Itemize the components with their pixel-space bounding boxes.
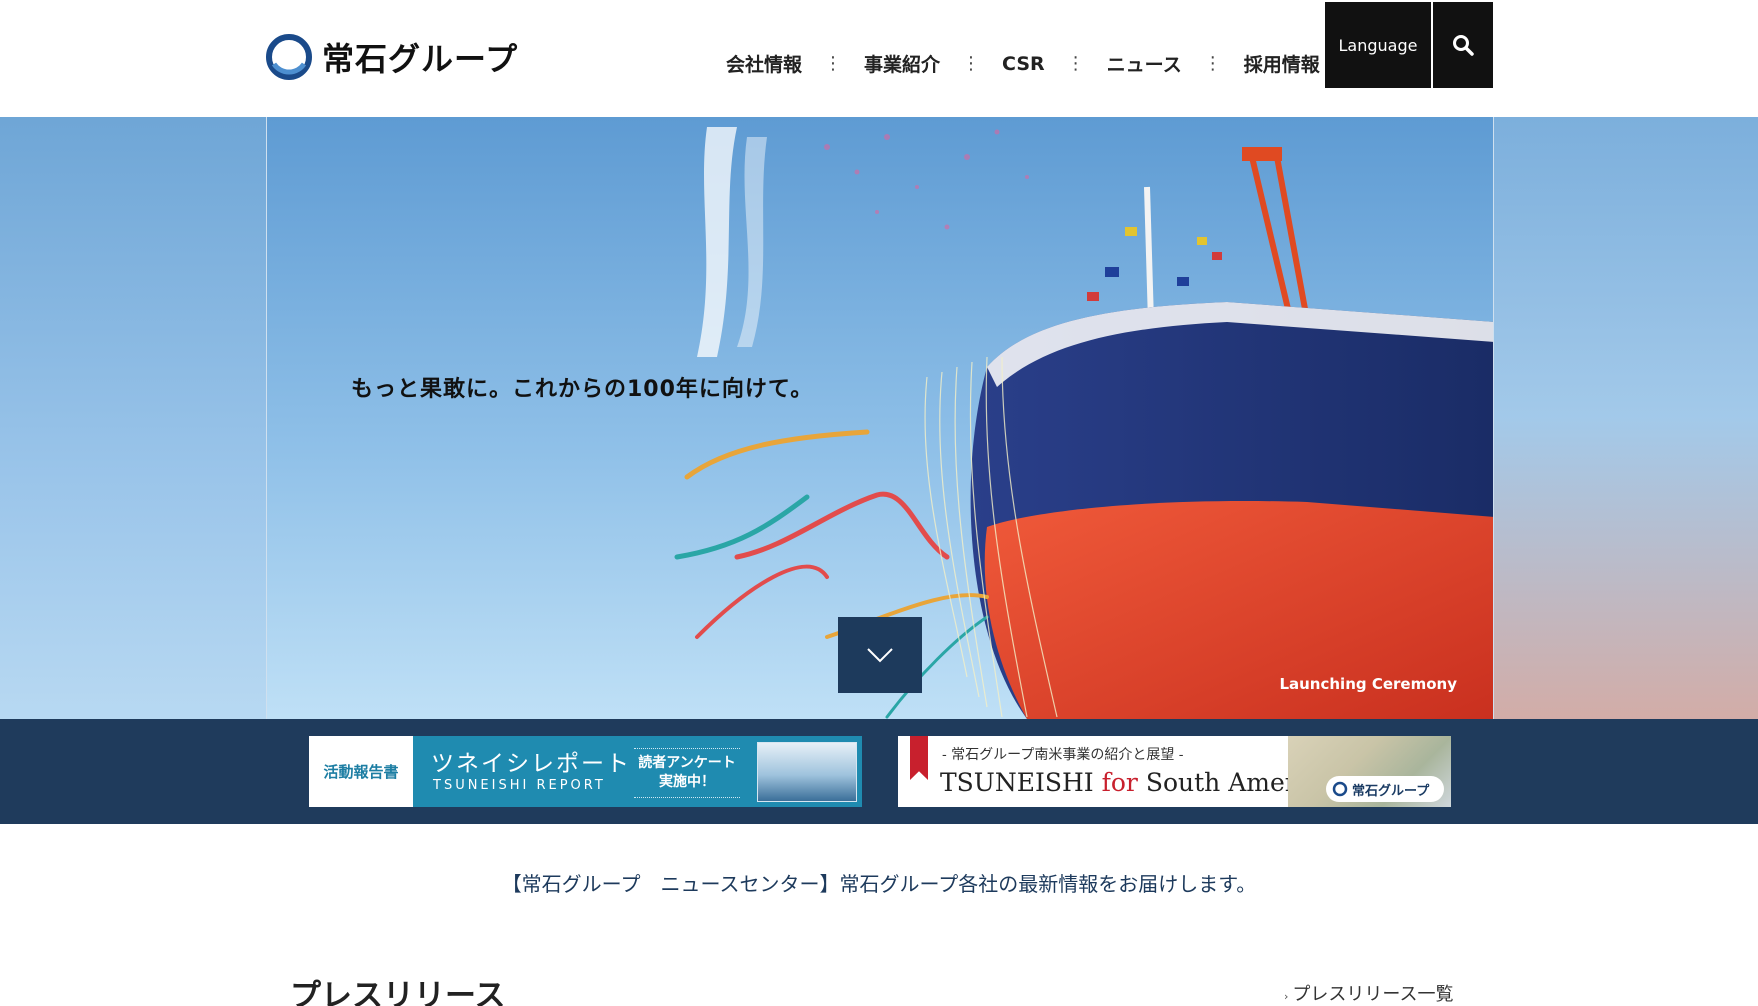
site-header: 常石グループ 会社情報 ⋮ 事業紹介 ⋮ CSR ⋮ ニュース ⋮ 採用情報 L… — [0, 0, 1758, 117]
search-icon — [1453, 35, 1474, 56]
bookmark-ribbon-icon — [910, 736, 928, 780]
south-america-logo-text: 常石グループ — [1352, 783, 1430, 799]
nav-item-company[interactable]: 会社情報 — [726, 50, 802, 77]
report-title: ツネイシレポート — [431, 751, 631, 777]
press-release-heading: プレスリリース — [290, 978, 506, 1006]
nav-separator: ⋮ — [824, 53, 843, 74]
tsuneishi-report-banner[interactable]: 活動報告書 ツネイシレポート TSUNEISHI REPORT 読者アンケート … — [309, 736, 862, 807]
south-america-title: TSUNEISHI for South America — [940, 768, 1334, 797]
news-center-tagline: 【常石グループ ニュースセンター】常石グループ各社の最新情報をお届けします。 — [501, 872, 1257, 896]
south-america-logo: 常石グループ — [1326, 776, 1444, 802]
hero-side-blur-right — [1494, 117, 1758, 719]
scroll-down-button[interactable] — [838, 617, 922, 693]
survey-cta-line2: 実施中！ — [659, 774, 715, 790]
logo-mark-icon — [1332, 781, 1348, 797]
hero-side-blur-left — [0, 117, 266, 719]
language-button[interactable]: Language — [1325, 2, 1431, 88]
chevron-down-icon — [867, 648, 893, 663]
report-banner-body: ツネイシレポート TSUNEISHI REPORT 読者アンケート 実施中！ — [413, 736, 862, 807]
south-america-banner[interactable]: - 常石グループ南米事業の紹介と展望 - TSUNEISHI for South… — [898, 736, 1451, 807]
nav-item-recruit[interactable]: 採用情報 — [1244, 50, 1320, 77]
survey-cta-line1: 読者アンケート — [638, 755, 736, 771]
nav-separator: ⋮ — [962, 53, 981, 74]
hero-section: もっと果敢に。これからの100年に向けて。 Launching Ceremony — [0, 117, 1758, 719]
report-subtitle: TSUNEISHI REPORT — [433, 778, 606, 793]
south-america-subtitle: - 常石グループ南米事業の紹介と展望 - — [942, 747, 1184, 763]
hero-caption: もっと果敢に。これからの100年に向けて。 — [351, 377, 814, 402]
main-nav: 会社情報 ⋮ 事業紹介 ⋮ CSR ⋮ ニュース ⋮ 採用情報 — [726, 50, 1320, 77]
press-release-list-link[interactable]: › プレスリリース一覧 — [1284, 980, 1454, 1006]
site-logo[interactable]: 常石グループ — [266, 34, 518, 80]
chevron-right-icon: › — [1284, 990, 1289, 1003]
nav-item-csr[interactable]: CSR — [1002, 53, 1045, 75]
logo-mark-icon — [266, 34, 312, 80]
nav-separator: ⋮ — [1066, 53, 1085, 74]
nav-separator: ⋮ — [1203, 53, 1222, 74]
nav-item-news[interactable]: ニュース — [1107, 50, 1182, 77]
report-badge: 活動報告書 — [309, 736, 413, 807]
search-button[interactable] — [1433, 2, 1493, 88]
survey-cta: 読者アンケート 実施中！ — [634, 748, 740, 798]
banner-strip — [0, 719, 1758, 824]
report-cover-thumbnail — [757, 742, 857, 802]
logo-text: 常石グループ — [322, 40, 519, 78]
title-pre: TSUNEISHI — [940, 768, 1102, 797]
press-release-list-label: プレスリリース一覧 — [1292, 984, 1454, 1005]
title-for: for — [1101, 768, 1138, 797]
hero-photo-tag: Launching Ceremony — [1279, 675, 1457, 693]
nav-item-business[interactable]: 事業紹介 — [864, 50, 940, 77]
